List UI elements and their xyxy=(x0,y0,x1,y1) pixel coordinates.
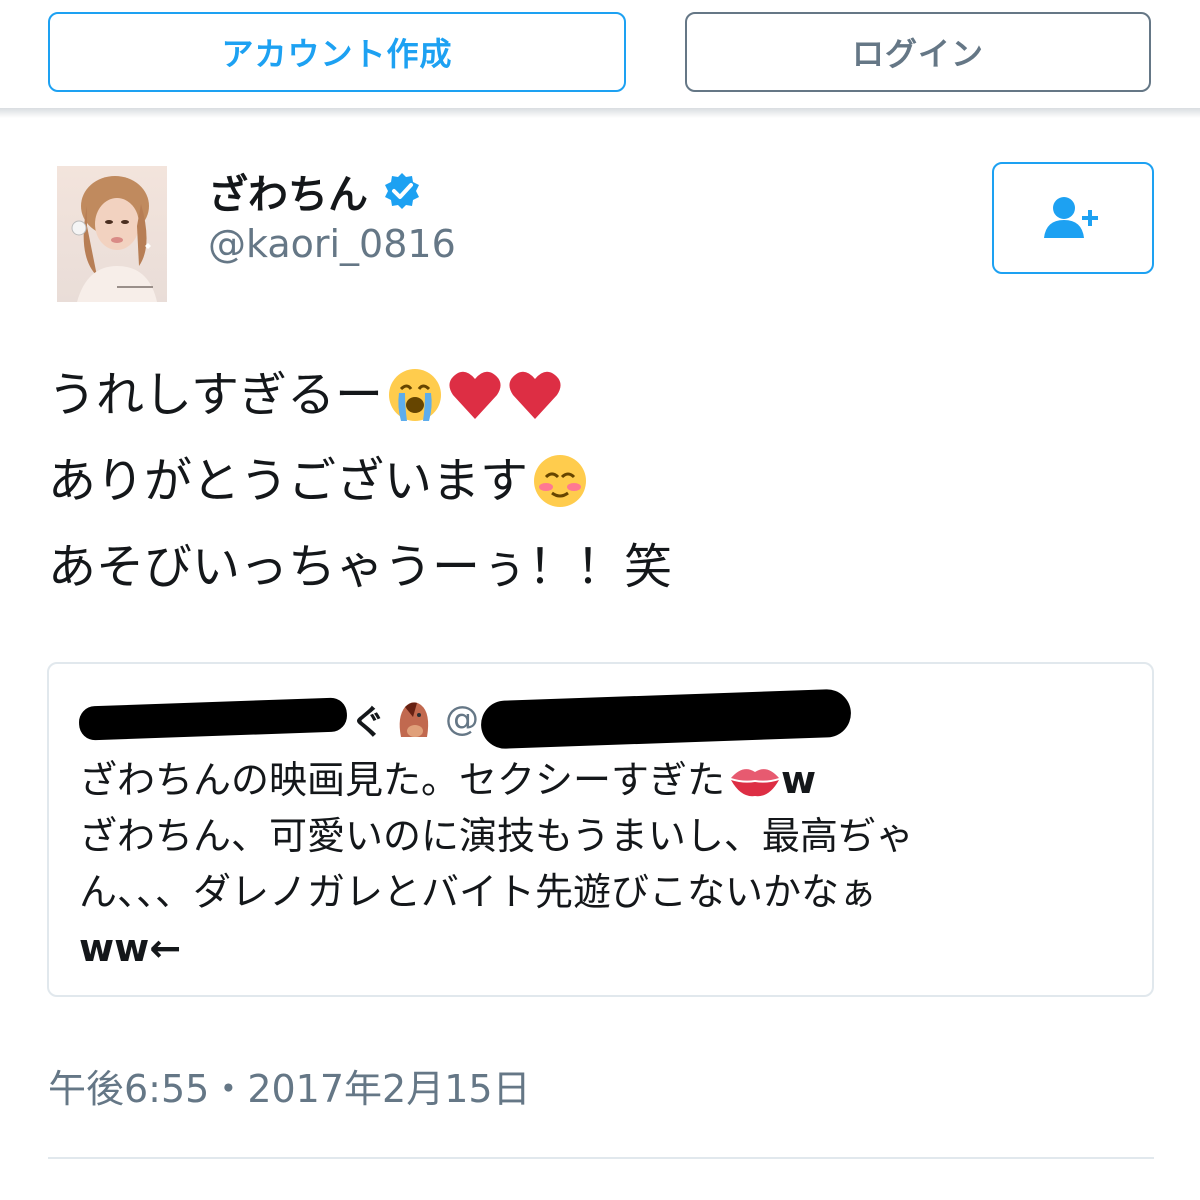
tweet-line: あそびいっちゃうーぅ！！笑 xyxy=(48,524,672,610)
avatar[interactable] xyxy=(57,166,167,302)
redacted-name xyxy=(78,697,348,741)
quoted-line-text: ざわちんの映画見た。セクシーすぎた xyxy=(79,758,726,802)
kiss-mark-icon xyxy=(731,769,780,797)
tweet-line-text: ありがとうございます xyxy=(48,453,529,509)
quoted-line: ん、、、ダレノガレとバイト先遊びこないかなぁ xyxy=(79,864,1129,920)
quoted-tweet[interactable]: ぐ @ ざわちんの映画見た。セクシーすぎた w ざわちん、可愛いのに演技もうまい… xyxy=(47,662,1154,997)
quoted-line: ざわちんの映画見た。セクシーすぎた w xyxy=(79,752,1129,808)
redacted-handle xyxy=(480,688,852,750)
top-bar: アカウント作成 ログイン xyxy=(0,0,1200,108)
author-handle[interactable]: @kaori_0816 xyxy=(208,222,456,266)
quoted-line: ざわちん、可愛いのに演技もうまいし、最高ぢゃ xyxy=(79,808,1129,864)
login-button[interactable]: ログイン xyxy=(685,12,1151,92)
red-heart-icon xyxy=(509,371,561,419)
tweet-text: うれしすぎるー ありがとうございます あそびいっちゃうーぅ！！笑 xyxy=(48,352,672,610)
tweet-timestamp[interactable]: 午後6:55・2017年2月15日 xyxy=(48,1058,531,1113)
divider xyxy=(48,1157,1154,1159)
add-user-icon xyxy=(1044,197,1098,238)
quoted-tweet-text: ざわちんの映画見た。セクシーすぎた w ざわちん、可愛いのに演技もうまいし、最高… xyxy=(79,752,1129,976)
signup-button[interactable]: アカウント作成 xyxy=(48,12,626,92)
quoted-line1-suffix: w xyxy=(781,758,817,802)
red-heart-icon xyxy=(449,371,501,419)
author-name[interactable]: ざわちん xyxy=(208,162,368,220)
quoted-name-suffix: ぐ xyxy=(351,702,385,743)
author-name-row: ざわちん xyxy=(208,166,422,218)
tweet-line: ありがとうございます xyxy=(48,438,672,524)
top-bar-shadow xyxy=(0,108,1200,118)
follow-button[interactable] xyxy=(992,162,1154,274)
tweet-line-text: うれしすぎるー xyxy=(48,367,384,423)
tweet-line-text: あそびいっちゃうーぅ！！笑 xyxy=(48,539,673,595)
quoted-line: ww← xyxy=(79,920,1129,976)
quoted-tweet-header: ぐ @ xyxy=(78,688,852,750)
tweet-line: うれしすぎるー xyxy=(48,352,672,438)
quoted-line-text: ん、、、ダレノガレとバイト先遊びこないかなぁ xyxy=(79,870,878,914)
smiling-blushing-face-icon xyxy=(534,455,587,507)
verified-badge-icon xyxy=(382,171,422,211)
horse-face-icon xyxy=(399,702,429,737)
quoted-line-text: ざわちん、可愛いのに演技もうまいし、最高ぢゃ xyxy=(79,814,914,858)
quoted-handle-prefix: @ xyxy=(445,699,479,739)
loudly-crying-face-icon xyxy=(389,369,442,421)
quoted-last-line: ww← xyxy=(79,926,182,970)
